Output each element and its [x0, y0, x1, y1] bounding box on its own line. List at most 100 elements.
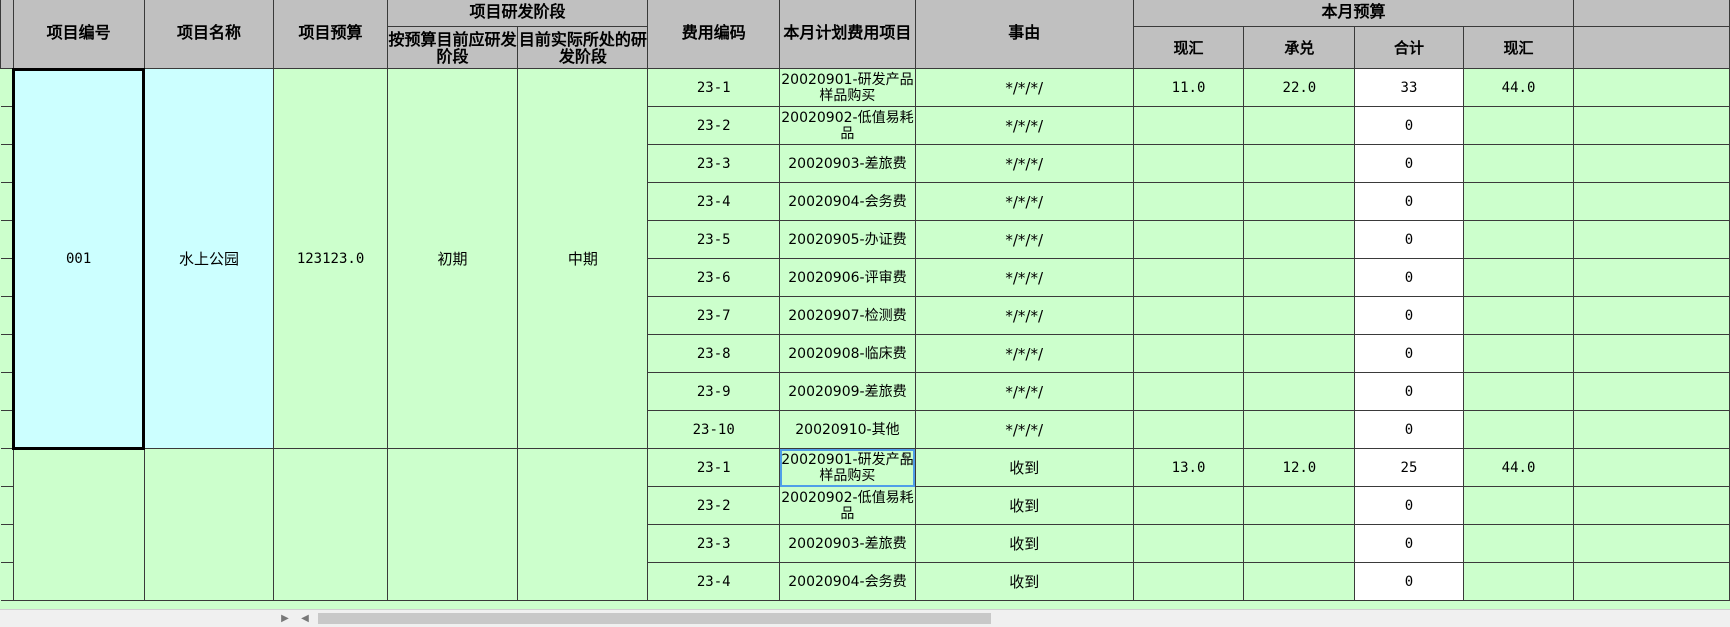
fee-code-cell[interactable]: 23-7 [647, 296, 781, 335]
row-header-cell[interactable] [0, 144, 14, 183]
header-extra[interactable] [1573, 26, 1730, 69]
header-cash[interactable]: 现汇 [1132, 26, 1245, 69]
project-code-cell[interactable] [12, 448, 145, 601]
row-header-cell[interactable] [0, 486, 14, 525]
scrollbar-thumb[interactable] [318, 613, 991, 624]
plan-item-cell[interactable]: 20020908-临床费 [779, 334, 916, 373]
cash-2-cell[interactable]: 44.0 [1462, 68, 1575, 107]
row-header-cell[interactable] [0, 372, 14, 411]
horizontal-scrollbar[interactable]: ▶ ◀ [0, 609, 1730, 627]
cash-cell[interactable] [1132, 182, 1245, 221]
total-cell[interactable]: 0 [1354, 220, 1464, 259]
extra-cell[interactable] [1573, 486, 1730, 525]
reason-cell[interactable]: */*/*/ [914, 106, 1134, 145]
acceptance-cell[interactable] [1243, 372, 1356, 411]
plan-item-cell[interactable]: 20020905-办证费 [779, 220, 916, 259]
plan-item-cell[interactable]: 20020904-会务费 [779, 182, 916, 221]
row-header-cell[interactable] [0, 182, 14, 221]
acceptance-cell[interactable] [1243, 220, 1356, 259]
cash-2-cell[interactable] [1462, 182, 1575, 221]
cash-2-cell[interactable] [1462, 144, 1575, 183]
extra-cell[interactable] [1573, 144, 1730, 183]
acceptance-cell[interactable] [1243, 562, 1356, 601]
plan-item-cell[interactable]: 20020909-差旅费 [779, 372, 916, 411]
row-header-cell[interactable] [0, 296, 14, 335]
fee-code-cell[interactable]: 23-5 [647, 220, 781, 259]
total-cell[interactable]: 0 [1354, 334, 1464, 373]
reason-cell[interactable]: 收到 [914, 486, 1134, 525]
acceptance-cell[interactable] [1243, 334, 1356, 373]
acceptance-cell[interactable] [1243, 106, 1356, 145]
fee-code-cell[interactable]: 23-4 [647, 182, 781, 221]
reason-cell[interactable]: */*/*/ [914, 410, 1134, 449]
header-fee-code[interactable]: 费用编码 [647, 0, 781, 69]
header-plan-item[interactable]: 本月计划费用项目 [779, 0, 916, 69]
cash-2-cell[interactable] [1462, 486, 1575, 525]
row-header-cell[interactable] [0, 410, 14, 449]
reason-cell[interactable]: 收到 [914, 524, 1134, 563]
extra-cell[interactable] [1573, 258, 1730, 297]
fee-code-cell[interactable]: 23-4 [647, 562, 781, 601]
project-budget-cell[interactable] [273, 448, 388, 601]
row-header-cell[interactable] [0, 106, 14, 145]
row-header-cell[interactable] [0, 334, 14, 373]
header-stage-actual[interactable]: 目前实际所处的研发阶段 [517, 26, 649, 69]
header-acceptance[interactable]: 承兑 [1243, 26, 1356, 69]
extra-cell[interactable] [1573, 448, 1730, 487]
header-project-name[interactable]: 项目名称 [143, 0, 275, 69]
acceptance-cell[interactable] [1243, 486, 1356, 525]
plan-item-cell[interactable]: 20020906-评审费 [779, 258, 916, 297]
extra-cell[interactable] [1573, 106, 1730, 145]
cash-cell[interactable]: 11.0 [1132, 68, 1245, 107]
stage-planned-cell[interactable]: 初期 [386, 68, 519, 449]
total-cell[interactable]: 0 [1354, 486, 1464, 525]
fee-code-cell[interactable]: 23-10 [647, 410, 781, 449]
total-cell[interactable]: 0 [1354, 372, 1464, 411]
row-header-cell[interactable] [0, 562, 14, 601]
cash-cell[interactable] [1132, 106, 1245, 145]
cash-cell[interactable] [1132, 258, 1245, 297]
cash-2-cell[interactable] [1462, 258, 1575, 297]
scroll-right-icon[interactable]: ▶ [278, 612, 292, 625]
extra-cell[interactable] [1573, 410, 1730, 449]
header-cash-2[interactable]: 现汇 [1462, 26, 1575, 69]
cash-2-cell[interactable]: 44.0 [1462, 448, 1575, 487]
cash-2-cell[interactable] [1462, 524, 1575, 563]
header-reason[interactable]: 事由 [914, 0, 1134, 69]
acceptance-cell[interactable] [1243, 524, 1356, 563]
plan-item-cell[interactable]: 20020901-研发产品样品购买 ✎ [779, 448, 916, 487]
extra-cell[interactable] [1573, 562, 1730, 601]
cash-cell[interactable] [1132, 562, 1245, 601]
cash-2-cell[interactable] [1462, 106, 1575, 145]
cash-cell[interactable] [1132, 334, 1245, 373]
plan-item-cell[interactable]: 20020903-差旅费 [779, 524, 916, 563]
reason-cell[interactable]: */*/*/ [914, 68, 1134, 107]
stage-actual-cell[interactable] [517, 448, 649, 601]
acceptance-cell[interactable]: 12.0 [1243, 448, 1356, 487]
acceptance-cell[interactable] [1243, 410, 1356, 449]
fee-code-cell[interactable]: 23-6 [647, 258, 781, 297]
header-project-budget[interactable]: 项目预算 [273, 0, 388, 69]
plan-item-cell[interactable]: 20020901-研发产品样品购买 [779, 68, 916, 107]
cash-cell[interactable] [1132, 410, 1245, 449]
cash-cell[interactable] [1132, 144, 1245, 183]
total-cell[interactable]: 0 [1354, 562, 1464, 601]
acceptance-cell[interactable] [1243, 144, 1356, 183]
reason-cell[interactable]: */*/*/ [914, 182, 1134, 221]
header-total[interactable]: 合计 [1354, 26, 1464, 69]
reason-cell[interactable]: */*/*/ [914, 144, 1134, 183]
cash-cell[interactable] [1132, 524, 1245, 563]
plan-item-cell[interactable]: 20020907-检测费 [779, 296, 916, 335]
plan-item-cell[interactable]: 20020902-低值易耗品 [779, 106, 916, 145]
spreadsheet-grid[interactable]: 项目编号 项目名称 项目预算 项目研发阶段 费用编码 本月计划费用项目 事由 本… [0, 0, 1730, 609]
fee-code-cell[interactable]: 23-8 [647, 334, 781, 373]
fee-code-cell[interactable]: 23-1 [647, 68, 781, 107]
total-cell[interactable]: 33 [1354, 68, 1464, 107]
extra-cell[interactable] [1573, 182, 1730, 221]
stage-planned-cell[interactable] [386, 448, 519, 601]
fee-code-cell[interactable]: 23-1 [647, 448, 781, 487]
acceptance-cell[interactable] [1243, 258, 1356, 297]
cash-2-cell[interactable] [1462, 562, 1575, 601]
acceptance-cell[interactable] [1243, 182, 1356, 221]
reason-cell[interactable]: */*/*/ [914, 372, 1134, 411]
